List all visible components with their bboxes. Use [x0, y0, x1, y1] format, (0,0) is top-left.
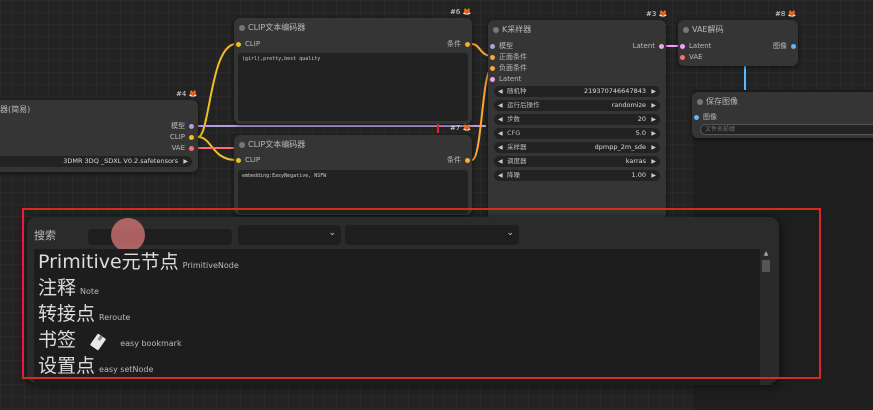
control-after-generate-widget[interactable]: ◀ 运行后操作 randomize ▶	[494, 100, 660, 111]
highlight-box	[22, 208, 821, 379]
input-model[interactable]: 模型	[490, 42, 513, 51]
arrow-left-icon: ◀	[498, 130, 503, 137]
port-dot	[236, 157, 241, 163]
port-dot	[465, 157, 470, 163]
save-image-node[interactable]: 保存图像 图像	[692, 92, 873, 138]
collapse-dot-icon	[493, 27, 499, 33]
arrow-right-icon: ▶	[651, 116, 656, 123]
clip-text-encode-positive-node[interactable]: CLIP文本编码器 CLIP 条件 (girl),pretty,best qua…	[234, 18, 472, 124]
denoise-widget[interactable]: ◀ 降噪 1.00 ▶	[494, 170, 660, 181]
node-badge: #4 🦊	[176, 90, 198, 98]
port-dot	[490, 54, 495, 60]
fox-icon: 🦊	[188, 90, 198, 98]
arrow-right-icon: ▶	[651, 88, 656, 95]
input-negative[interactable]: 负面条件	[490, 64, 527, 73]
ksampler-node[interactable]: K采样器 模型 正面条件 负面条件 Latent Latent ◀ 随机种 2193…	[488, 20, 666, 220]
port-dot	[490, 65, 495, 71]
prompt-textarea[interactable]: (girl),pretty,best quality	[238, 53, 468, 121]
fox-icon: 🦊	[787, 10, 797, 18]
steps-widget[interactable]: ◀ 步数 20 ▶	[494, 114, 660, 125]
arrow-left-icon: ◀	[498, 172, 503, 179]
arrow-left-icon: ◀	[498, 88, 503, 95]
node-resize-marker	[437, 124, 439, 133]
input-image[interactable]: 图像	[694, 113, 717, 122]
port-dot	[680, 54, 685, 60]
input-clip[interactable]: CLIP	[236, 40, 260, 49]
arrow-right-icon: ▶	[651, 158, 656, 165]
output-clip[interactable]: CLIP	[170, 133, 194, 142]
port-dot	[694, 114, 699, 120]
node-badge: #8 🦊	[775, 10, 797, 18]
port-dot	[236, 41, 241, 47]
output-image[interactable]: 图像	[773, 42, 796, 51]
arrow-left-icon: ◀	[498, 158, 503, 165]
node-title: 器(简易)	[0, 105, 31, 114]
input-clip[interactable]: CLIP	[236, 156, 260, 165]
collapse-dot-icon	[683, 27, 689, 33]
port-dot	[189, 123, 194, 129]
arrow-right-icon: ▶	[651, 102, 656, 109]
filename-prefix-input[interactable]	[700, 124, 873, 135]
input-latent[interactable]: Latent	[490, 75, 521, 84]
port-dot	[680, 43, 685, 49]
arrow-left-icon: ◀	[498, 116, 503, 123]
port-dot	[490, 43, 495, 49]
arrow-right-icon: ▶	[651, 144, 656, 151]
cfg-widget[interactable]: ◀ CFG 5.0 ▶	[494, 128, 660, 139]
arrow-right-icon: ▶	[651, 172, 656, 179]
port-dot	[490, 76, 495, 82]
output-conditioning[interactable]: 条件	[447, 40, 470, 49]
input-vae[interactable]: VAE	[680, 53, 703, 62]
arrow-left-icon: ◀	[498, 144, 503, 151]
collapse-dot-icon	[239, 142, 245, 148]
output-model[interactable]: 模型	[171, 122, 194, 131]
node-badge: #7 🦊	[450, 124, 472, 132]
fox-icon: 🦊	[462, 124, 472, 132]
vae-decode-node[interactable]: VAE解码 Latent VAE 图像	[678, 20, 798, 66]
port-dot	[659, 43, 664, 49]
output-conditioning[interactable]: 条件	[447, 156, 470, 165]
port-dot	[465, 41, 470, 47]
input-latent[interactable]: Latent	[680, 42, 711, 51]
output-latent[interactable]: Latent	[633, 42, 664, 51]
fox-icon: 🦊	[658, 10, 668, 18]
wire-clip-to-pos	[197, 43, 237, 138]
collapse-dot-icon	[239, 25, 245, 31]
ckpt-name-select[interactable]: 3DMR 3DQ _SDXL V0.2.safetensors ▶	[0, 156, 192, 167]
arrow-left-icon: ◀	[498, 102, 503, 109]
port-dot	[189, 134, 194, 140]
clip-text-encode-negative-node[interactable]: CLIP文本编码器 CLIP 条件 embedding:EasyNegative…	[234, 135, 472, 215]
port-dot	[791, 43, 796, 49]
arrow-right-icon: ▶	[651, 130, 656, 137]
arrow-right-icon: ▶	[183, 158, 188, 165]
checkpoint-loader-node[interactable]: 器(简易) 模型 CLIP VAE 3DMR 3DQ _SDXL V0.2.sa…	[0, 100, 198, 172]
port-dot	[189, 145, 194, 151]
input-positive[interactable]: 正面条件	[490, 53, 527, 62]
scheduler-widget[interactable]: ◀ 调度器 karras ▶	[494, 156, 660, 167]
sampler-widget[interactable]: ◀ 采样器 dpmpp_2m_sde ▶	[494, 142, 660, 153]
seed-widget[interactable]: ◀ 随机种 219370746647843 ▶	[494, 86, 660, 97]
node-canvas[interactable]: 器(简易) 模型 CLIP VAE 3DMR 3DQ _SDXL V0.2.sa…	[0, 0, 873, 410]
fox-icon: 🦊	[462, 8, 472, 16]
collapse-dot-icon	[697, 99, 703, 105]
node-badge: #3 🦊	[646, 10, 668, 18]
node-badge: #6 🦊	[450, 8, 472, 16]
output-vae[interactable]: VAE	[171, 144, 194, 153]
